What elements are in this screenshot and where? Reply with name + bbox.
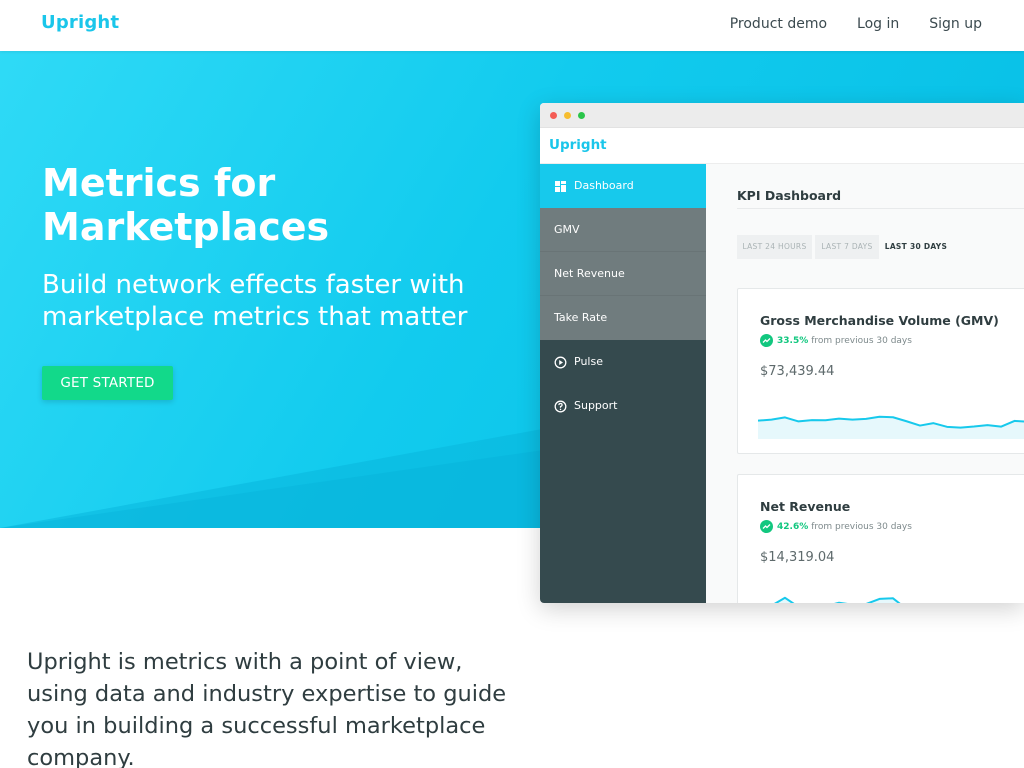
gmv-card[interactable]: Gross Merchandise Volume (GMV) 33.5% fro… <box>737 288 1024 454</box>
close-dot-icon <box>550 112 557 119</box>
net-revenue-card[interactable]: Net Revenue 42.6% from previous 30 days … <box>737 474 1024 603</box>
minimize-dot-icon <box>564 112 571 119</box>
card-title: Net Revenue <box>760 499 851 514</box>
sidebar-item-label: Net Revenue <box>554 267 625 280</box>
hero-subtitle: Build network effects faster with market… <box>42 270 468 332</box>
dashboard-title: KPI Dashboard <box>737 188 842 203</box>
app-logo: Upright <box>549 137 607 153</box>
product-demo-link[interactable]: Product demo <box>730 16 827 32</box>
sidebar-item-dashboard[interactable]: Dashboard <box>540 164 706 208</box>
delta-caption: from previous 30 days <box>811 521 912 532</box>
maximize-dot-icon <box>578 112 585 119</box>
top-navigation: Upright Product demo Log in Sign up <box>0 0 1024 51</box>
app-sidebar: Dashboard GMV Net Revenue Take Rate Puls… <box>540 164 706 603</box>
sidebar-item-gmv[interactable]: GMV <box>540 208 706 252</box>
intro-paragraph: Upright is metrics with a point of view,… <box>27 649 507 768</box>
sidebar-item-take-rate[interactable]: Take Rate <box>540 296 706 340</box>
net-revenue-sparkline <box>774 596 901 603</box>
delta-percent: 42.6% <box>777 521 809 532</box>
sidebar-item-pulse[interactable]: Pulse <box>540 340 706 384</box>
sidebar-item-label: Dashboard <box>574 179 634 192</box>
sidebar-item-label: Support <box>574 399 618 412</box>
gmv-sparkline <box>758 415 1024 439</box>
card-value: $14,319.04 <box>760 550 835 565</box>
hero-title: Metrics for Marketplaces <box>42 161 330 249</box>
card-value: $73,439.44 <box>760 364 835 379</box>
tab-last-30-days[interactable]: LAST 30 DAYS <box>882 235 950 259</box>
brand-logo[interactable]: Upright <box>41 12 119 33</box>
dashboard-main: KPI Dashboard LAST 24 HOURS LAST 7 DAYS … <box>706 164 1024 603</box>
sidebar-item-support[interactable]: Support <box>540 384 706 428</box>
delta-caption: from previous 30 days <box>811 335 912 346</box>
sign-up-link[interactable]: Sign up <box>929 16 982 32</box>
sparkline-area <box>758 416 1024 439</box>
sidebar-item-label: Take Rate <box>554 311 608 324</box>
card-delta: 42.6% from previous 30 days <box>760 520 912 533</box>
app-header: Upright <box>540 128 1024 164</box>
delta-percent: 33.5% <box>777 335 809 346</box>
tab-last-24-hours[interactable]: LAST 24 HOURS <box>737 235 812 259</box>
title-divider <box>737 208 1024 209</box>
get-started-button[interactable]: GET STARTED <box>42 366 173 400</box>
tab-last-7-days[interactable]: LAST 7 DAYS <box>815 235 879 259</box>
dashboard-icon <box>555 180 566 192</box>
help-circle-icon <box>554 400 567 412</box>
card-delta: 33.5% from previous 30 days <box>760 334 912 347</box>
sidebar-item-label: GMV <box>554 223 580 236</box>
app-preview-window: Upright Dashboard GMV Net Revenue Take R… <box>540 103 1024 603</box>
sidebar-item-label: Pulse <box>574 355 603 368</box>
window-titlebar <box>540 103 1024 128</box>
log-in-link[interactable]: Log in <box>857 16 899 32</box>
sidebar-item-net-revenue[interactable]: Net Revenue <box>540 252 706 296</box>
trend-up-icon <box>760 334 773 347</box>
nav-links: Product demo Log in Sign up <box>730 16 982 32</box>
card-title: Gross Merchandise Volume (GMV) <box>760 313 999 328</box>
trend-up-icon <box>760 520 773 533</box>
play-circle-icon <box>554 356 567 368</box>
